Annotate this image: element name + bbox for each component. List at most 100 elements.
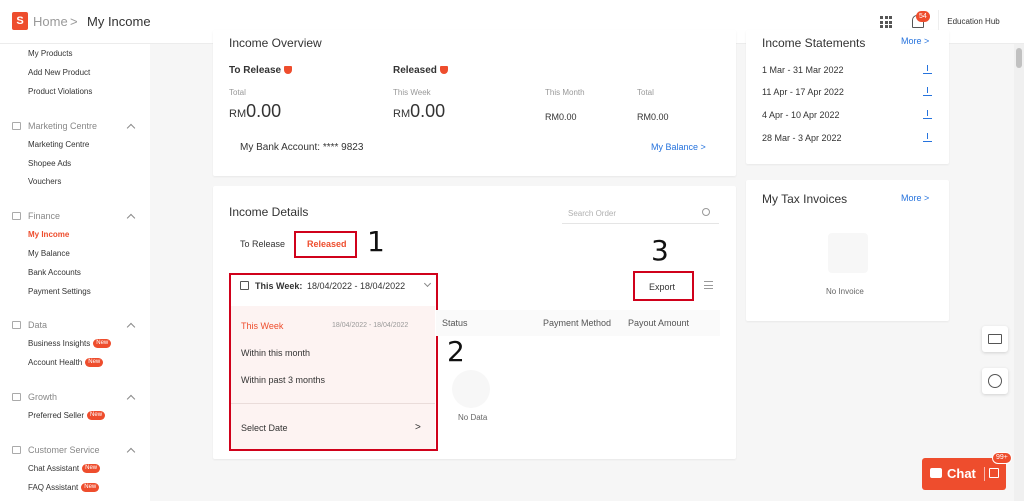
statement-item[interactable]: 4 Apr - 10 Apr 2022: [762, 110, 840, 120]
new-badge: New: [82, 464, 101, 474]
sidebar-item-chat-assistant[interactable]: Chat Assistant New: [28, 464, 101, 474]
download-icon[interactable]: [923, 133, 932, 142]
sidebar-item-faq-assistant[interactable]: FAQ Assistant New: [28, 483, 100, 493]
released-this-week-label: This Week: [393, 88, 431, 97]
statement-item[interactable]: 1 Mar - 31 Mar 2022: [762, 65, 844, 75]
dropdown-option-this-month[interactable]: Within this month: [241, 348, 310, 358]
column-payment-method: Payment Method: [543, 318, 612, 328]
sidebar-item-my-income[interactable]: My Income: [28, 230, 69, 239]
sidebar-item-add-new-product[interactable]: Add New Product: [28, 68, 90, 77]
new-badge: New: [87, 411, 106, 421]
sidebar-item-product-violations[interactable]: Product Violations: [28, 87, 92, 96]
dropdown-option-select-date[interactable]: Select Date: [241, 423, 288, 433]
sidebar-item-business-insights[interactable]: Business Insights New: [28, 339, 112, 349]
apps-grid-icon[interactable]: [880, 16, 892, 28]
sidebar-section-marketing[interactable]: Marketing Centre: [28, 121, 97, 131]
new-badge: New: [93, 339, 112, 349]
shield-icon: [439, 66, 448, 74]
chat-unread-badge: 99+: [992, 452, 1012, 464]
tax-more-link[interactable]: More >: [901, 193, 929, 203]
date-range-dropdown: This Week 18/04/2022 - 18/04/2022 Within…: [231, 306, 435, 449]
customer-support-button[interactable]: [982, 368, 1008, 394]
notification-badge: 54: [916, 11, 930, 22]
inbox-icon: [988, 334, 1002, 344]
released-label: Released: [393, 65, 448, 76]
sidebar-item-preferred-seller[interactable]: Preferred Seller New: [28, 411, 106, 421]
income-overview-card: [213, 30, 736, 176]
income-statements-title: Income Statements: [762, 36, 866, 50]
sidebar-item-payment-settings[interactable]: Payment Settings: [28, 287, 91, 296]
date-range-picker[interactable]: This Week: 18/04/2022 - 18/04/2022: [231, 275, 436, 299]
download-icon[interactable]: [923, 110, 932, 119]
annotation-three: 3: [651, 234, 669, 267]
chevron-right-icon[interactable]: >: [415, 422, 421, 433]
date-range-value: 18/04/2022 - 18/04/2022: [307, 281, 406, 291]
sidebar-item-my-balance[interactable]: My Balance: [28, 249, 70, 258]
annotation-two: 2: [447, 335, 465, 368]
sidebar-section-growth[interactable]: Growth: [28, 392, 57, 402]
finance-icon: [12, 212, 21, 220]
chat-label: Chat: [947, 466, 976, 481]
message-inbox-button[interactable]: [982, 326, 1008, 352]
statement-item[interactable]: 28 Mar - 3 Apr 2022: [762, 133, 842, 143]
growth-icon: [12, 393, 21, 401]
released-total-value: RM0.00: [637, 112, 669, 122]
sidebar-item-vouchers[interactable]: Vouchers: [28, 177, 61, 186]
search-order-input[interactable]: Search Order: [562, 205, 719, 224]
export-label: Export: [649, 282, 676, 292]
this-week-range: 18/04/2022 - 18/04/2022: [332, 322, 409, 329]
column-payout-amount: Payout Amount: [628, 318, 690, 328]
released-this-week-value: RM0.00: [393, 101, 446, 121]
sidebar-item-marketing-centre[interactable]: Marketing Centre: [28, 140, 89, 149]
tab-to-release[interactable]: To Release: [240, 239, 285, 249]
dropdown-divider: [231, 403, 435, 404]
statement-item[interactable]: 11 Apr - 17 Apr 2022: [762, 87, 844, 97]
my-balance-link[interactable]: My Balance >: [651, 142, 706, 152]
dropdown-option-past-3-months[interactable]: Within past 3 months: [241, 375, 325, 385]
empty-data-icon: [452, 370, 490, 408]
to-release-total-value: RM0.00: [229, 101, 282, 121]
breadcrumb-separator: >: [70, 14, 78, 29]
chat-button[interactable]: Chat: [922, 458, 1006, 490]
search-icon[interactable]: [702, 208, 710, 216]
export-button[interactable]: Export: [633, 271, 694, 301]
sidebar-item-my-products[interactable]: My Products: [28, 49, 72, 58]
data-chart-icon: [12, 321, 21, 329]
no-invoice-text: No Invoice: [826, 287, 864, 296]
scrollbar-thumb[interactable]: [1016, 48, 1022, 68]
released-this-month-label: This Month: [545, 88, 585, 97]
new-badge: New: [81, 483, 100, 493]
sidebar-item-bank-accounts[interactable]: Bank Accounts: [28, 268, 81, 277]
sidebar-section-data[interactable]: Data: [28, 320, 47, 330]
no-data-text: No Data: [458, 413, 488, 422]
income-statements-card: [746, 30, 949, 164]
scrollbar-track[interactable]: [1014, 44, 1024, 501]
download-icon[interactable]: [923, 87, 932, 96]
tab-released[interactable]: Released: [294, 231, 357, 258]
chat-expand-icon[interactable]: [989, 468, 999, 478]
shield-icon: [284, 66, 293, 74]
search-placeholder: Search Order: [568, 209, 617, 218]
income-details-title: Income Details: [229, 205, 309, 219]
breadcrumb-home[interactable]: Home: [33, 14, 68, 29]
headset-icon: [988, 374, 1002, 388]
download-icon[interactable]: [923, 65, 932, 74]
marketing-icon: [12, 122, 21, 130]
dropdown-option-this-week[interactable]: This Week: [241, 321, 283, 331]
date-range-label: This Week:: [255, 281, 303, 291]
to-release-total-label: Total: [229, 88, 246, 97]
calendar-icon: [240, 281, 249, 290]
chevron-down-icon[interactable]: [423, 279, 432, 288]
column-status: Status: [442, 318, 468, 328]
to-release-label: To Release: [229, 65, 293, 76]
statements-more-link[interactable]: More >: [901, 36, 929, 46]
list-menu-icon[interactable]: [704, 281, 713, 289]
sidebar-item-account-health[interactable]: Account Health New: [28, 358, 104, 368]
sidebar-item-shopee-ads[interactable]: Shopee Ads: [28, 159, 71, 168]
sidebar-section-finance[interactable]: Finance: [28, 211, 60, 221]
released-this-month-value: RM0.00: [545, 112, 577, 122]
annotation-one: 1: [367, 225, 385, 258]
shopee-logo-icon[interactable]: S: [12, 12, 28, 30]
sidebar-section-customer-service[interactable]: Customer Service: [28, 445, 100, 455]
tax-invoices-title: My Tax Invoices: [762, 192, 848, 206]
